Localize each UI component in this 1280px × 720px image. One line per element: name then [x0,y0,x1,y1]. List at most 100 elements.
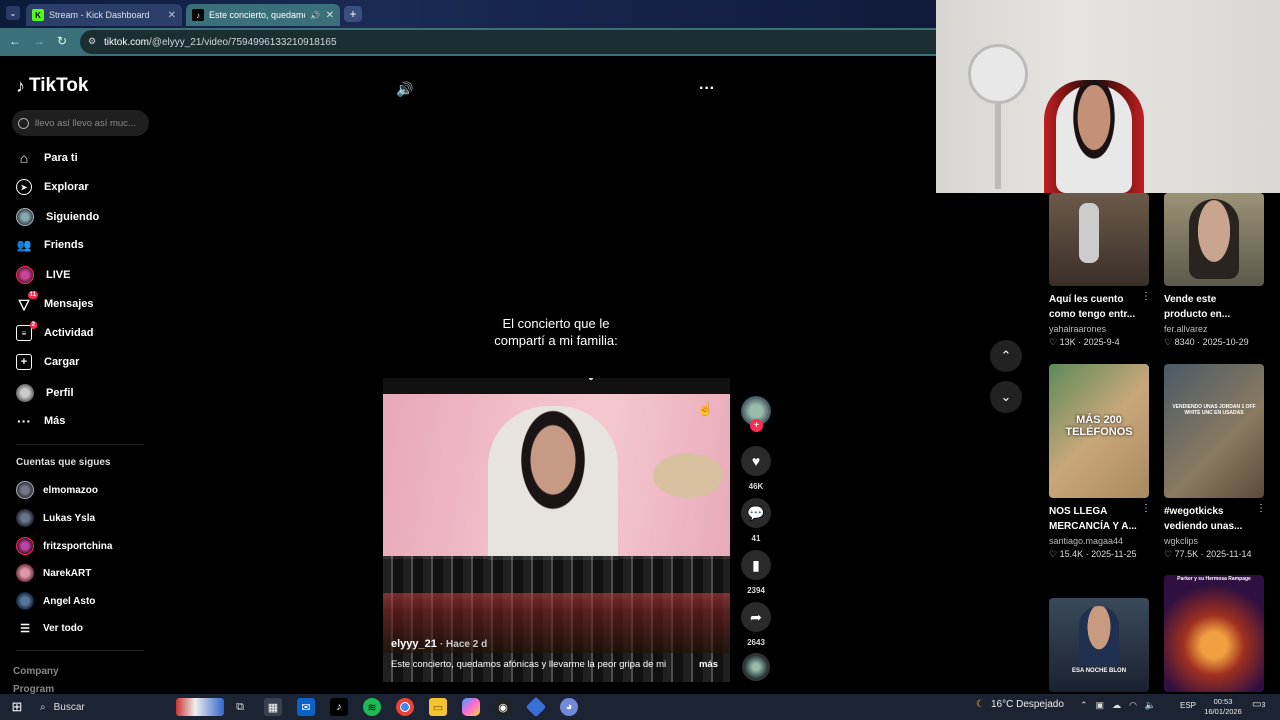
bookmark-icon: ▮ [741,550,771,580]
forward-icon[interactable]: → [33,34,45,48]
like-button[interactable]: ♥ 46K [740,446,772,491]
video-frame[interactable] [383,378,730,682]
recommended-card[interactable]: ESA NOCHE BLON [1049,598,1149,692]
language-indicator[interactable]: ESP [1180,701,1196,710]
url-bar[interactable]: ⚙ tiktok.com/@elyyy_21/video/75949961332… [80,30,936,54]
tab-kick-dashboard[interactable]: K Stream - Kick Dashboard ✕ [26,4,182,26]
copilot-icon[interactable] [462,698,480,716]
card-more-icon[interactable]: ⋮ [1256,503,1266,514]
following-item[interactable]: Lukas Ysla [16,509,95,527]
thumb-text: Parker y su Hermosa Rampage [1177,576,1251,582]
sidebar-item-explorar[interactable]: ➤ Explorar [16,179,89,195]
sidebar-item-mas[interactable]: ··· Más [16,413,65,429]
cloud-icon[interactable]: ☁ [1112,700,1121,711]
sidebar-item-siguiendo[interactable]: Siguiendo [16,208,99,226]
sidebar-item-friends[interactable]: 👥 Friends [16,237,84,253]
task-view-icon[interactable]: ⧉ [231,698,249,716]
chevron-up-icon[interactable]: ⌃ [1080,700,1088,711]
card-stats: ♡ 8340 · 2025-10-29 [1164,337,1249,347]
footer-link-company[interactable]: Company [13,666,59,677]
save-count: 2394 [747,586,765,595]
video-author[interactable]: elyyy_21 [391,638,437,650]
recommended-card[interactable]: Aquí les cuento como tengo entr... yahair… [1049,193,1151,348]
following-item[interactable]: NarekART [16,564,91,582]
taskbar-search[interactable]: ⌕ Buscar [34,697,224,717]
card-stats: ♡ 77.5K · 2025-11-14 [1164,549,1252,559]
volume-icon[interactable]: 🔊 [396,81,413,98]
clock[interactable]: 00:53 16/01/2026 [1202,697,1244,717]
volume-icon[interactable]: 🔈 [1145,700,1156,711]
music-disc-button[interactable] [740,653,772,681]
tab-list-dropdown-icon[interactable]: ⌄ [6,6,20,20]
sidebar-item-live[interactable]: LIVE [16,266,70,284]
more-description-button[interactable]: más [699,659,718,670]
more-options-icon[interactable]: ··· [699,80,715,98]
search-icon: ⌕ [40,701,46,713]
sidebar-divider [16,650,144,651]
wifi-icon[interactable]: ◠ [1129,700,1137,711]
tab-tiktok-video[interactable]: ♪ Este concierto, quedamos 🔊 ✕ [186,4,340,26]
speaker-icon[interactable]: 🔊 [310,11,320,20]
recommended-card[interactable]: MÁS 200 TELÉFONOS NOS LLEGA MERCANCÍA Y A… [1049,364,1151,560]
thumb-text: VENDIENDO UNAS JORDAN 1 OFF WHITE UNC EN… [1172,404,1256,416]
reload-icon[interactable]: ↻ [57,34,67,48]
upload-icon: + [16,354,32,370]
spotify-icon[interactable]: ≋ [363,698,381,716]
notification-icon[interactable]: ▭3 [1252,699,1265,710]
windows-start-icon[interactable]: ⊞ [8,698,26,716]
discord-icon[interactable]: ◕ [560,698,578,716]
following-item[interactable]: fritzsportchina [16,537,112,555]
sidebar-item-perfil[interactable]: Perfil [16,384,74,402]
see-all-link[interactable]: ☰ Ver todo [16,622,83,635]
card-stats: ♡ 13K · 2025-9-4 [1049,337,1120,347]
comment-button[interactable]: 💬 41 [740,498,772,543]
search-highlight-image [176,698,224,716]
tiktok-logo[interactable]: ♪ TikTok [16,75,88,97]
recommended-card[interactable]: VENDIENDO UNAS JORDAN 1 OFF WHITE UNC EN… [1164,364,1266,560]
card-more-icon[interactable]: ⋮ [1141,291,1151,302]
card-user[interactable]: wgkclips [1164,536,1264,546]
system-tray[interactable]: ⌃ ▣ ☁ ◠ 🔈 [1080,700,1156,711]
follow-plus-icon[interactable]: + [750,419,763,432]
recommended-card[interactable]: Vende este producto en... fer.allvarez ♡ … [1164,193,1264,348]
close-icon[interactable]: ✕ [326,10,334,21]
sidebar-item-mensajes[interactable]: ▽ 11 Mensajes [16,291,94,312]
save-button[interactable]: ▮ 2394 [740,550,772,595]
author-avatar-button[interactable]: + [740,396,772,432]
sidebar-item-actividad[interactable]: ≡ 2 Actividad [16,321,94,341]
card-user[interactable]: fer.allvarez [1164,324,1264,334]
video-overlay-caption: El concierto que le compartí a mi famili… [494,316,618,348]
network-icon[interactable]: ▣ [1096,700,1105,711]
chrome-icon[interactable] [396,698,414,716]
search-input[interactable]: llevo así llevo así muc... [12,110,149,136]
outlook-icon[interactable]: ✉ [297,698,315,716]
new-tab-button[interactable]: + [344,6,362,22]
kick-icon: K [32,9,44,21]
thumb-text: ESA NOCHE BLON [1071,668,1127,674]
activity-icon: ≡ 2 [16,321,37,341]
share-button[interactable]: ➦ 2643 [740,602,772,647]
sidebar-item-cargar[interactable]: + Cargar [16,354,79,370]
previous-video-button[interactable]: ⌃ [990,340,1022,372]
obs-icon[interactable]: ◉ [494,698,512,716]
compass-icon: ➤ [16,179,32,195]
widgets-icon[interactable]: ▦ [264,698,282,716]
moon-icon: ☾ [976,699,985,710]
recommended-card[interactable]: Parker y su Hermosa Rampage [1164,575,1264,692]
following-item[interactable]: Angel Asto [16,592,95,610]
weather-widget[interactable]: ☾ 16°C Despejado [976,699,1064,710]
avatar [16,537,34,555]
card-more-icon[interactable]: ⋮ [1141,503,1151,514]
close-icon[interactable]: ✕ [168,10,176,21]
chevron-down-icon: ⌄ [1000,389,1012,404]
sidebar-item-para-ti[interactable]: ⌂ Para ti [16,150,78,166]
card-user[interactable]: santiago.magaa44 [1049,536,1149,546]
back-icon[interactable]: ← [9,34,21,48]
card-title: Aquí les cuento como tengo entr... [1049,294,1136,320]
file-explorer-icon[interactable]: ▭ [429,698,447,716]
card-user[interactable]: yahairaarones [1049,324,1149,334]
tiktok-app-icon[interactable]: ♪ [330,698,348,716]
following-item[interactable]: elmomazoo [16,481,98,499]
next-video-button[interactable]: ⌄ [990,381,1022,413]
site-info-icon[interactable]: ⚙ [88,36,96,47]
